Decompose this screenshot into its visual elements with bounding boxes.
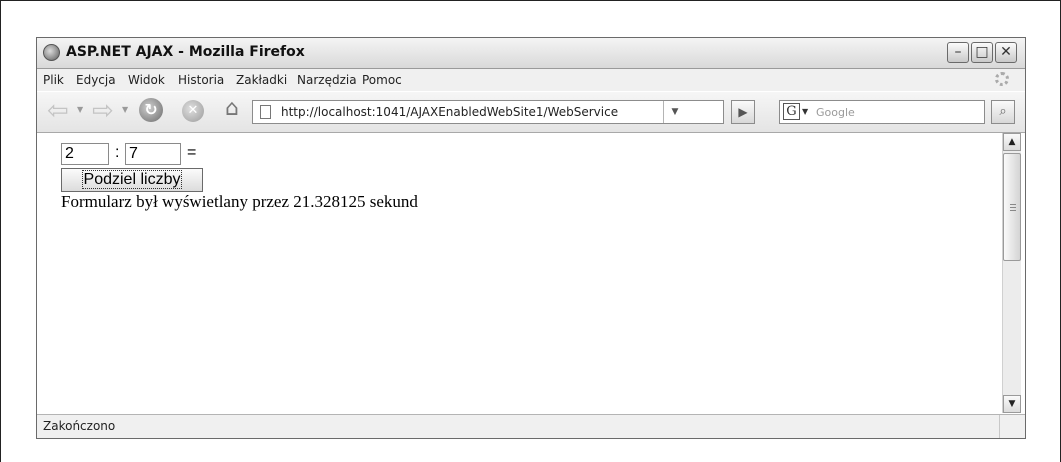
reload-icon[interactable]: ↻ [139, 98, 163, 122]
go-button[interactable]: ▶ [731, 100, 755, 124]
scrollbar-thumb[interactable] [1003, 153, 1021, 261]
menu-item-zakladki[interactable]: Zakładki [236, 73, 287, 87]
menu-item-pomoc[interactable]: Pomoc [362, 73, 402, 87]
firefox-logo-icon [43, 44, 60, 61]
figure-frame-top [0, 0, 1061, 1]
address-url[interactable]: http://localhost:1041/AJAXEnabledWebSite… [281, 105, 659, 119]
status-bar: Zakończono [37, 414, 1025, 438]
elapsed-time-text: Formularz był wyświetlany przez 21.32812… [61, 192, 418, 211]
divide-button-label: Podziel liczby [81, 170, 183, 189]
scroll-up-arrow-icon[interactable]: ▲ [1003, 133, 1021, 151]
equals-sign: = [187, 144, 197, 161]
dividend-input[interactable] [61, 143, 109, 165]
status-text: Zakończono [43, 419, 116, 433]
scrollbar-grip-icon [1010, 204, 1016, 205]
browser-window: ASP.NET AJAX - Mozilla Firefox – □ ✕ Pli… [36, 37, 1026, 439]
divisor-input[interactable] [125, 143, 181, 165]
back-arrow-icon[interactable]: ⇦ [47, 98, 73, 124]
minimize-button[interactable]: – [947, 42, 969, 63]
activity-throbber-icon [995, 72, 1009, 86]
division-separator: : [115, 144, 120, 161]
home-icon[interactable]: ⌂ [220, 97, 244, 121]
address-history-dropdown-icon[interactable]: ▼ [663, 101, 686, 123]
forward-arrow-icon[interactable]: ⇨ [92, 98, 118, 124]
back-history-dropdown-icon[interactable]: ▼ [77, 105, 83, 114]
menu-item-widok[interactable]: Widok [128, 73, 165, 87]
menu-item-plik[interactable]: Plik [43, 73, 64, 87]
title-bar[interactable]: ASP.NET AJAX - Mozilla Firefox – □ ✕ [37, 38, 1025, 69]
search-magnifier-icon[interactable]: ⌕ [991, 100, 1015, 124]
address-bar[interactable]: http://localhost:1041/AJAXEnabledWebSite… [252, 100, 724, 124]
close-button[interactable]: ✕ [995, 42, 1017, 63]
menu-item-historia[interactable]: Historia [178, 73, 224, 87]
scroll-down-arrow-icon[interactable]: ▼ [1003, 395, 1021, 413]
vertical-scrollbar[interactable]: ▲ ▼ [1002, 133, 1021, 413]
page-content: : = Podziel liczby Formularz był wyświet… [37, 133, 1025, 413]
search-input[interactable] [816, 101, 976, 123]
maximize-button[interactable]: □ [971, 42, 993, 63]
google-engine-icon[interactable]: G [783, 103, 800, 120]
menu-item-narzedzia[interactable]: Narzędzia [297, 73, 357, 87]
menu-item-edycja[interactable]: Edycja [76, 73, 116, 87]
figure-frame-left [0, 0, 1, 462]
forward-history-dropdown-icon[interactable]: ▼ [122, 105, 128, 114]
stop-icon[interactable]: ✕ [182, 100, 204, 122]
window-title: ASP.NET AJAX - Mozilla Firefox [66, 44, 305, 60]
navigation-toolbar: ⇦ ▼ ⇨ ▼ ↻ ✕ ⌂ http://localhost:1041/AJAX… [37, 92, 1025, 133]
menu-bar: Plik Edycja Widok Historia Zakładki Narz… [37, 69, 1025, 91]
search-bar[interactable]: G ▼ [779, 100, 985, 124]
resize-grip-icon[interactable] [999, 415, 1024, 438]
page-icon [260, 105, 271, 119]
engine-dropdown-icon[interactable]: ▼ [802, 107, 808, 116]
divide-numbers-button[interactable]: Podziel liczby [61, 168, 203, 192]
